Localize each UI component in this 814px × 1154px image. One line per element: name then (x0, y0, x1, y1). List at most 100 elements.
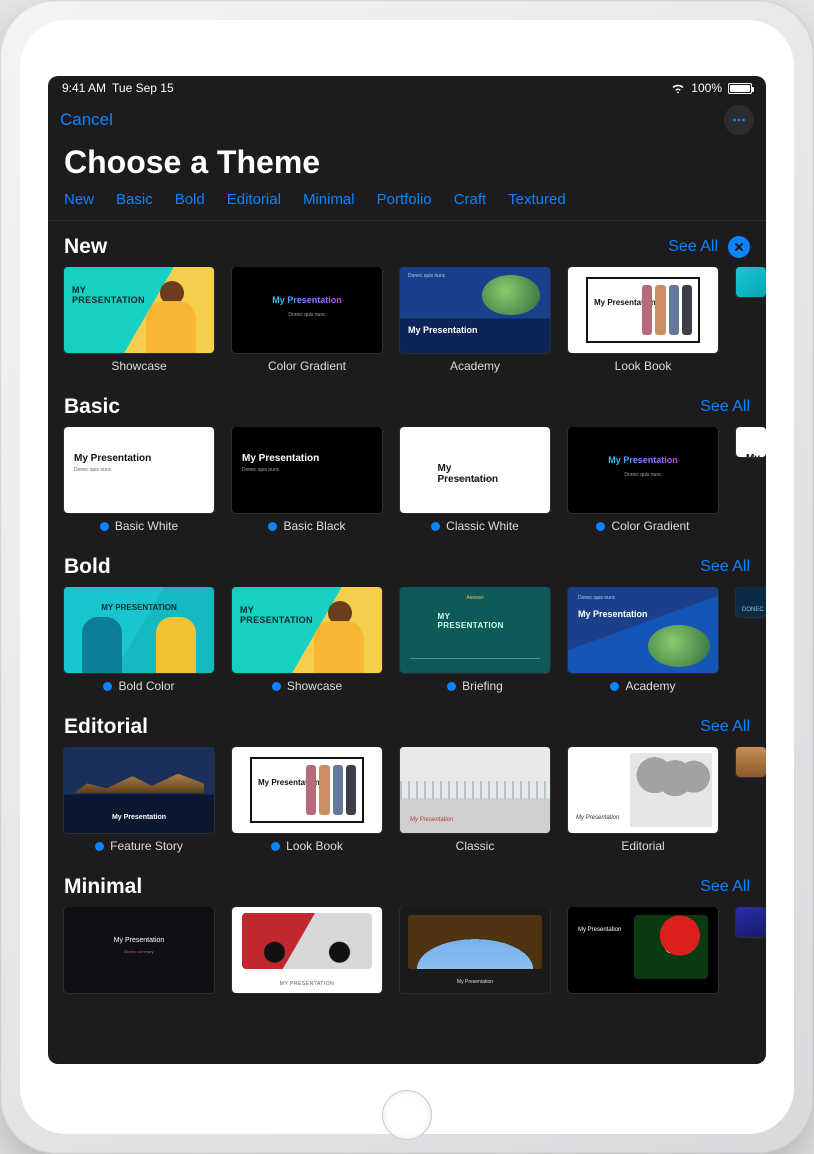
see-all-button[interactable]: See All (700, 558, 750, 576)
downloadable-dot-icon (447, 682, 456, 691)
category-tabs: New Basic Bold Editorial Minimal Portfol… (48, 191, 766, 221)
tab-bold[interactable]: Bold (175, 191, 205, 208)
theme-thumb (232, 747, 382, 833)
theme-label: Academy (625, 679, 675, 693)
theme-editorial[interactable]: Editorial (568, 747, 718, 853)
downloadable-dot-icon (271, 842, 280, 851)
downloadable-dot-icon (431, 522, 440, 531)
home-button[interactable] (382, 1090, 432, 1140)
theme-label: Basic Black (283, 519, 345, 533)
see-all-button[interactable]: See All (700, 398, 750, 416)
navbar: Cancel (48, 100, 766, 140)
theme-look-book[interactable]: Look Book (568, 267, 718, 373)
theme-row[interactable]: Basic White Basic Black Classic White (48, 427, 766, 541)
tab-new[interactable]: New (64, 191, 94, 208)
theme-label: Classic White (446, 519, 519, 533)
tab-basic[interactable]: Basic (116, 191, 153, 208)
status-bar: 9:41 AM Tue Sep 15 100% (48, 76, 766, 100)
theme-thumb (64, 267, 214, 353)
theme-peek[interactable] (736, 427, 766, 533)
see-all-button[interactable]: See All (700, 718, 750, 736)
tab-portfolio[interactable]: Portfolio (377, 191, 432, 208)
cancel-button[interactable]: Cancel (60, 110, 113, 130)
theme- thumb (400, 427, 550, 513)
tab-textured[interactable]: Textured (508, 191, 566, 208)
downloadable-dot-icon (596, 522, 605, 531)
section-title: Editorial (64, 715, 148, 739)
screen: 9:41 AM Tue Sep 15 100% Cancel (48, 76, 766, 1064)
battery-icon (728, 83, 752, 94)
theme-thumb (568, 267, 718, 353)
theme-row[interactable]: Bold Color Showcase Aenean Briefing (48, 587, 766, 701)
theme-basic-white[interactable]: Basic White (64, 427, 214, 533)
theme-thumb (736, 427, 766, 457)
theme-classic[interactable]: Classic (400, 747, 550, 853)
downloadable-dot-icon (103, 682, 112, 691)
theme-thumb (64, 587, 214, 673)
theme-thumb (64, 747, 214, 833)
theme-thumb (232, 587, 382, 673)
status-date: Tue Sep 15 (112, 81, 174, 95)
section-title: Bold (64, 555, 111, 579)
theme-thumb (568, 587, 718, 673)
theme-peek[interactable] (736, 267, 766, 373)
section-bold: Bold See All Bold Color Showcase (48, 541, 766, 701)
theme-thumb (736, 907, 766, 937)
theme-label: Look Book (615, 359, 672, 373)
wifi-icon (671, 83, 685, 93)
theme-academy[interactable]: Academy (400, 267, 550, 373)
theme-thumb (232, 267, 382, 353)
theme-label: Showcase (111, 359, 166, 373)
theme-peek[interactable] (736, 747, 766, 853)
theme-thumb (400, 907, 550, 993)
theme-row[interactable]: Showcase Color Gradient Academy Loo (48, 267, 766, 381)
section-title: Basic (64, 395, 120, 419)
theme-basic-black[interactable]: Basic Black (232, 427, 382, 533)
theme-feature-story[interactable]: Feature Story (64, 747, 214, 853)
theme-minimal-2[interactable] (232, 907, 382, 993)
theme-label: Academy (450, 359, 500, 373)
theme-color-gradient-basic[interactable]: Color Gradient (568, 427, 718, 533)
section-minimal: Minimal See All (48, 861, 766, 1001)
theme-thumb (400, 267, 550, 353)
theme-row[interactable] (48, 907, 766, 1001)
theme-thumb (232, 427, 382, 513)
see-all-button[interactable]: See All (700, 878, 750, 896)
section-title: New (64, 235, 107, 259)
theme-classic-white[interactable]: Classic White (400, 427, 550, 533)
theme-bold-color[interactable]: Bold Color (64, 587, 214, 693)
downloadable-dot-icon (95, 842, 104, 851)
theme-color-gradient[interactable]: Color Gradient (232, 267, 382, 373)
theme-thumb: Aenean (400, 587, 550, 673)
status-battery-pct: 100% (691, 81, 722, 95)
theme-peek[interactable] (736, 907, 766, 993)
theme-peek[interactable] (736, 587, 766, 693)
theme-thumb (736, 587, 766, 617)
theme-look-book-ed[interactable]: Look Book (232, 747, 382, 853)
theme-label: Editorial (621, 839, 664, 853)
section-title: Minimal (64, 875, 142, 899)
see-all-button[interactable]: See All (668, 238, 718, 256)
section-editorial: Editorial See All Feature Story Look Boo… (48, 701, 766, 861)
theme-thumb (568, 747, 718, 833)
theme-minimal-4[interactable] (568, 907, 718, 993)
theme-scroll[interactable]: New See All Showcase (48, 221, 766, 1064)
theme-thumb (568, 427, 718, 513)
tab-editorial[interactable]: Editorial (227, 191, 281, 208)
tab-craft[interactable]: Craft (454, 191, 487, 208)
tab-minimal[interactable]: Minimal (303, 191, 355, 208)
theme-showcase-bold[interactable]: Showcase (232, 587, 382, 693)
close-section-icon[interactable] (728, 236, 750, 258)
theme-label: Bold Color (118, 679, 174, 693)
section-basic: Basic See All Basic White Basic Black (48, 381, 766, 541)
theme-academy-bold[interactable]: Academy (568, 587, 718, 693)
theme-row[interactable]: Feature Story Look Book Classic Edi (48, 747, 766, 861)
theme-thumb (736, 267, 766, 297)
theme-minimal-3[interactable] (400, 907, 550, 993)
more-button[interactable] (724, 105, 754, 135)
theme-thumb (568, 907, 718, 993)
theme-briefing[interactable]: Aenean Briefing (400, 587, 550, 693)
theme-showcase[interactable]: Showcase (64, 267, 214, 373)
theme-label: Feature Story (110, 839, 183, 853)
theme-minimal-1[interactable] (64, 907, 214, 993)
